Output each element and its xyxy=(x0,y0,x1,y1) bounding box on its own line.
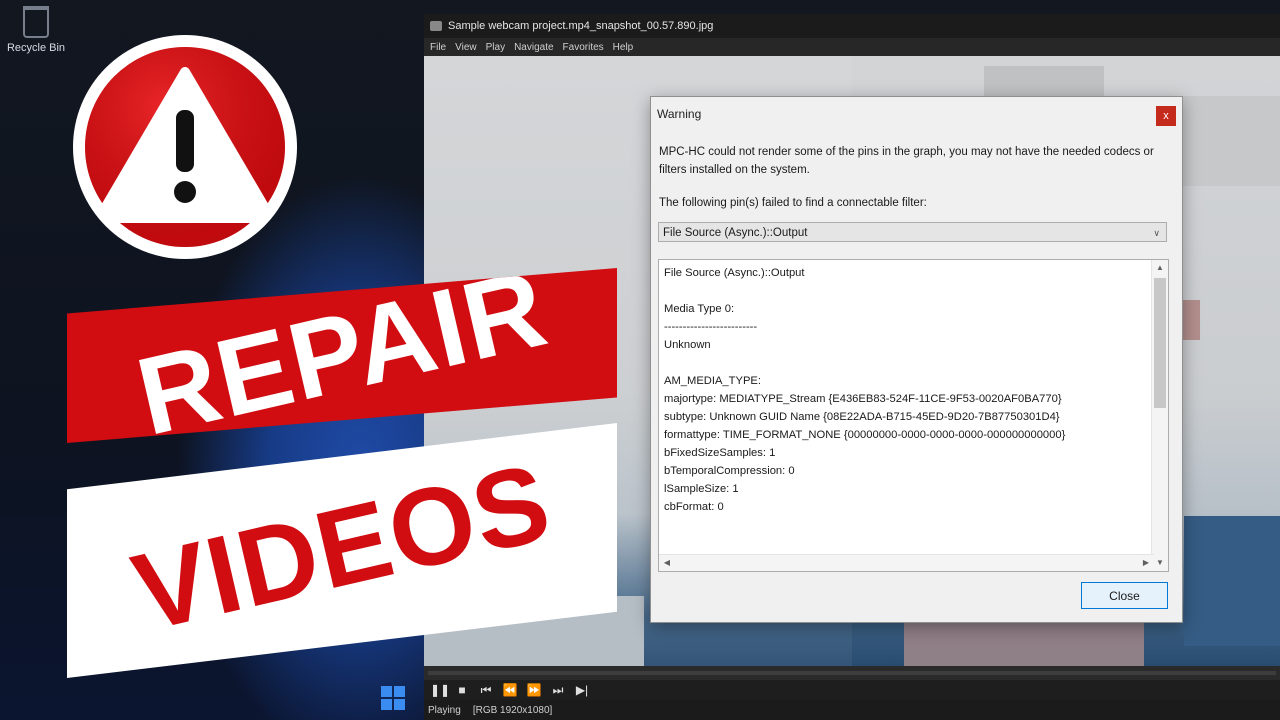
menu-navigate[interactable]: Navigate xyxy=(512,42,560,53)
player-titlebar[interactable]: Sample webcam project.mp4_snapshot_00.57… xyxy=(424,14,1280,38)
video-pixel-block xyxy=(904,622,1144,666)
menu-help[interactable]: Help xyxy=(611,42,641,53)
dialog-message: MPC-HC could not render some of the pins… xyxy=(659,146,1154,176)
fast-forward-icon[interactable]: ⏩ xyxy=(526,683,542,697)
warning-icon xyxy=(73,35,297,259)
pin-dropdown[interactable]: File Source (Async.)::Output ∨ xyxy=(658,222,1167,242)
rewind-icon[interactable]: ⏪ xyxy=(502,683,518,697)
status-format: [RGB 1920x1080] xyxy=(472,704,553,716)
start-button[interactable] xyxy=(381,686,405,710)
video-pixel-block xyxy=(1184,516,1280,646)
start-icon-tile xyxy=(381,686,392,697)
status-bar: Playing [RGB 1920x1080] xyxy=(424,700,1280,720)
stop-icon[interactable]: ■ xyxy=(454,683,470,697)
start-icon-tile xyxy=(394,686,405,697)
horizontal-scrollbar[interactable]: ◀ ▶ xyxy=(659,554,1154,571)
menu-favorites[interactable]: Favorites xyxy=(561,42,611,53)
details-text: File Source (Async.)::Output Media Type … xyxy=(664,267,1066,513)
pin-dropdown-value: File Source (Async.)::Output xyxy=(663,227,808,239)
pause-icon[interactable]: ❚❚ xyxy=(430,683,450,697)
details-textbox[interactable]: File Source (Async.)::Output Media Type … xyxy=(658,259,1169,572)
player-menubar: File View Play Navigate Favorites Help xyxy=(424,38,1280,56)
dialog-title: Warning xyxy=(657,107,702,121)
recycle-bin-label: Recycle Bin xyxy=(6,42,66,54)
recycle-bin-icon xyxy=(23,6,49,38)
vertical-scrollbar[interactable]: ▲ ▼ xyxy=(1151,260,1168,571)
playback-controls: ❚❚ ■ ⏮ ⏪ ⏩ ⏭ ▶| xyxy=(424,680,1280,700)
chevron-down-icon: ∨ xyxy=(1153,228,1160,238)
menu-play[interactable]: Play xyxy=(484,42,512,53)
scroll-right-icon[interactable]: ▶ xyxy=(1138,555,1154,571)
next-icon[interactable]: ⏭ xyxy=(550,683,566,698)
scroll-left-icon[interactable]: ◀ xyxy=(659,555,675,571)
start-icon-tile xyxy=(381,699,392,710)
failed-pins-label: The following pin(s) failed to find a co… xyxy=(659,197,927,209)
video-pixel-block xyxy=(1180,300,1200,340)
scroll-down-icon[interactable]: ▼ xyxy=(1152,555,1168,571)
seek-bar[interactable] xyxy=(424,666,1280,680)
warning-dialog: Warning x MPC-HC could not render some o… xyxy=(650,96,1183,623)
recycle-bin[interactable]: Recycle Bin xyxy=(6,6,66,54)
previous-icon[interactable]: ⏮ xyxy=(478,683,494,698)
seek-track xyxy=(428,671,1276,675)
dialog-close-icon[interactable]: x xyxy=(1156,106,1176,126)
frame-step-icon[interactable]: ▶| xyxy=(574,683,590,697)
player-app-icon xyxy=(430,21,442,31)
scroll-thumb[interactable] xyxy=(1154,278,1166,408)
menu-view[interactable]: View xyxy=(453,42,484,53)
start-icon-tile xyxy=(394,699,405,710)
status-text: Playing xyxy=(428,704,461,716)
close-button[interactable]: Close xyxy=(1081,582,1168,609)
menu-file[interactable]: File xyxy=(428,42,453,53)
player-title: Sample webcam project.mp4_snapshot_00.57… xyxy=(448,20,714,32)
scroll-up-icon[interactable]: ▲ xyxy=(1152,260,1168,276)
